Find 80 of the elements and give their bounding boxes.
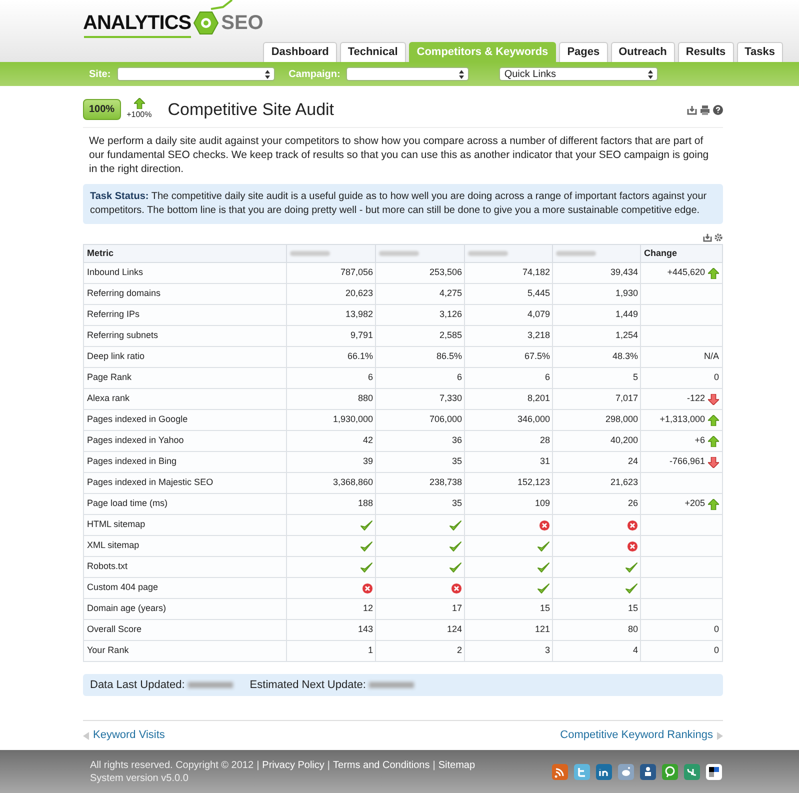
check-icon xyxy=(537,582,550,594)
campaign-label: Campaign: xyxy=(288,68,340,82)
left-triangle-icon xyxy=(83,732,89,740)
footer-link[interactable]: Sitemap xyxy=(438,758,476,772)
bird-icon[interactable] xyxy=(574,764,590,780)
check-icon xyxy=(537,562,550,573)
speech-bubble-icon[interactable] xyxy=(662,764,678,780)
task-status-text: Task Status: The competitive daily site audit is a useful guide as to how well you are doing across a range of important factors against your competitors. The bottom line is that you are doing pretty well - but more can still be done to give you a more sustainable competitive edge. xyxy=(90,190,708,218)
last-updated-label: Data Last Updated: xyxy=(90,678,185,693)
cross-icon xyxy=(627,540,638,552)
caret-icon xyxy=(264,70,270,79)
score-change: +100% xyxy=(126,109,152,122)
cross-icon xyxy=(539,520,550,531)
caret-icon xyxy=(459,70,464,79)
check-icon xyxy=(449,540,462,552)
metric-cell: Your Rank xyxy=(84,640,286,662)
nav-tab[interactable]: Technical xyxy=(340,42,406,62)
intro-text: We perform a daily site audit against your competitors to show how you compare across a number of different factors that are part of our fundamental SEO checks. We keep track of results so that you can use this as another indicator that your SEO campaign is going in the right direction. xyxy=(88,134,710,176)
blurred-header xyxy=(290,251,330,256)
table-cell: 3 xyxy=(464,640,552,662)
blurred-header xyxy=(379,251,419,256)
check-icon xyxy=(625,582,638,594)
copyright-text: All rights reserved. Copyright © 2012 xyxy=(90,758,254,772)
down-arrow-icon xyxy=(708,456,719,468)
previous-page-link[interactable]: Keyword Visits xyxy=(83,727,165,744)
up-arrow-icon xyxy=(134,98,145,110)
footer-link[interactable]: Privacy Policy xyxy=(262,758,324,772)
table-cell: 2 xyxy=(376,640,464,662)
cross-icon xyxy=(451,582,462,594)
score-badge: 100% xyxy=(83,99,121,120)
squares-icon[interactable] xyxy=(706,764,722,780)
export-icon[interactable] xyxy=(703,233,712,242)
up-arrow-icon xyxy=(708,268,719,279)
check-icon xyxy=(360,540,373,552)
down-arrow-icon xyxy=(708,394,719,405)
separator: | xyxy=(432,758,436,772)
check-icon xyxy=(360,562,373,573)
column-header: Change xyxy=(640,244,722,263)
next-update-label: Estimated Next Update: xyxy=(250,678,366,693)
cross-icon xyxy=(627,520,638,531)
nav-tab[interactable]: Pages xyxy=(559,42,608,62)
blurred-date xyxy=(188,682,233,688)
up-arrow-icon xyxy=(708,414,719,426)
logo[interactable]: ANALYTICS SEO xyxy=(83,0,264,44)
check-icon xyxy=(449,562,462,573)
quick-links-select[interactable]: Quick Links xyxy=(499,67,658,82)
nav-tab[interactable]: Results xyxy=(678,42,734,62)
check-icon xyxy=(360,520,373,531)
linkedin-icon[interactable] xyxy=(596,764,612,780)
table-cell: 1 xyxy=(286,640,376,662)
cross-icon xyxy=(362,582,373,594)
separator: | xyxy=(327,758,330,772)
right-triangle-icon xyxy=(717,732,723,740)
separator: | xyxy=(256,758,260,772)
blurred-date xyxy=(368,682,414,688)
print-icon[interactable] xyxy=(700,104,710,115)
site-label: Site: xyxy=(89,68,111,82)
blurred-header xyxy=(468,251,508,256)
nav-tab[interactable]: Tasks xyxy=(736,42,784,62)
check-icon xyxy=(537,540,550,552)
column-header: Metric xyxy=(84,244,286,263)
hexagon-logo-icon xyxy=(193,11,220,35)
blurred-header xyxy=(556,251,596,256)
page-title: Competitive Site Audit xyxy=(168,98,334,121)
nav-tab[interactable]: Dashboard xyxy=(263,42,337,62)
export-icon[interactable] xyxy=(687,104,697,115)
version-text: System version v5.0.0 xyxy=(90,772,190,785)
settings-icon[interactable] xyxy=(714,233,723,242)
table-cell: 4 xyxy=(552,640,640,662)
caret-icon xyxy=(648,70,654,79)
check-icon xyxy=(449,520,462,531)
change-cell: 0 xyxy=(640,640,722,662)
nav-tab[interactable]: Outreach xyxy=(610,42,675,62)
up-arrow-icon xyxy=(708,498,719,510)
help-icon[interactable] xyxy=(713,104,723,115)
footer-link[interactable]: Terms and Conditions xyxy=(333,758,430,772)
check-icon xyxy=(625,562,638,573)
next-page-link[interactable]: Competitive Keyword Rankings xyxy=(560,727,723,744)
up-arrow-icon xyxy=(708,436,719,447)
rss-icon[interactable] xyxy=(552,764,568,780)
